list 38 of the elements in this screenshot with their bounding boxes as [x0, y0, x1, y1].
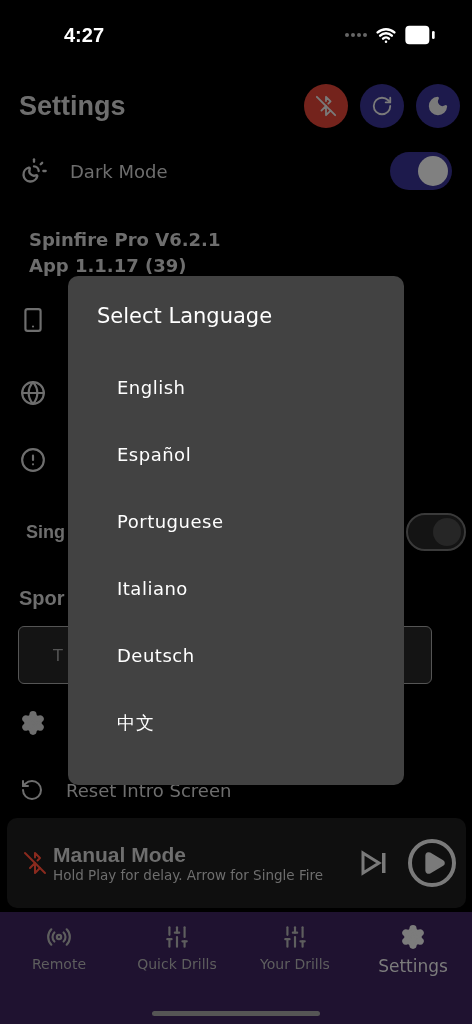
- sliders-icon: [282, 924, 308, 950]
- bluetooth-off-icon: [315, 95, 337, 117]
- dark-mode-toggle[interactable]: [390, 152, 452, 190]
- sliders-icon: [164, 924, 190, 950]
- skip-forward-button[interactable]: [360, 849, 388, 877]
- product-version: Spinfire Pro V6.2.1: [29, 229, 221, 250]
- mode-title: Manual Mode: [53, 843, 187, 867]
- app-version: App 1.1.17 (39): [29, 254, 187, 276]
- toggle-switch[interactable]: [406, 513, 466, 551]
- wifi-icon: [376, 25, 396, 45]
- mode-hint: Hold Play for delay. Arrow for Single Fire: [53, 867, 324, 883]
- sport-label: Spor: [19, 587, 65, 610]
- status-time: 4:27: [64, 23, 105, 47]
- brightness-icon: [20, 157, 48, 185]
- globe-icon: [20, 379, 46, 406]
- dark-mode-label: Dark Mode: [70, 160, 168, 182]
- single-fire-label: Sing: [26, 521, 65, 543]
- bluetooth-button[interactable]: [304, 84, 348, 128]
- gear-icon: [20, 710, 46, 736]
- play-button[interactable]: [408, 839, 456, 887]
- gear-icon: [400, 924, 426, 950]
- refresh-icon: [371, 95, 393, 117]
- language-option[interactable]: English: [97, 354, 377, 421]
- language-option[interactable]: Español: [97, 421, 377, 488]
- dialog-title: Select Language: [97, 304, 274, 330]
- page-title: Settings: [19, 90, 126, 122]
- theme-button[interactable]: [416, 84, 460, 128]
- alert-icon: [20, 446, 46, 473]
- language-option[interactable]: Italiano: [97, 555, 377, 622]
- language-option[interactable]: Deutsch: [97, 622, 377, 689]
- tab[interactable]: Settings: [354, 920, 472, 980]
- reset-icon: [20, 778, 44, 802]
- signal-icon: [344, 32, 368, 38]
- language-option[interactable]: Portuguese: [97, 488, 377, 555]
- moon-icon: [427, 95, 449, 117]
- language-option[interactable]: 中文: [97, 689, 377, 756]
- refresh-button[interactable]: [360, 84, 404, 128]
- sport-field-text: T: [53, 645, 63, 665]
